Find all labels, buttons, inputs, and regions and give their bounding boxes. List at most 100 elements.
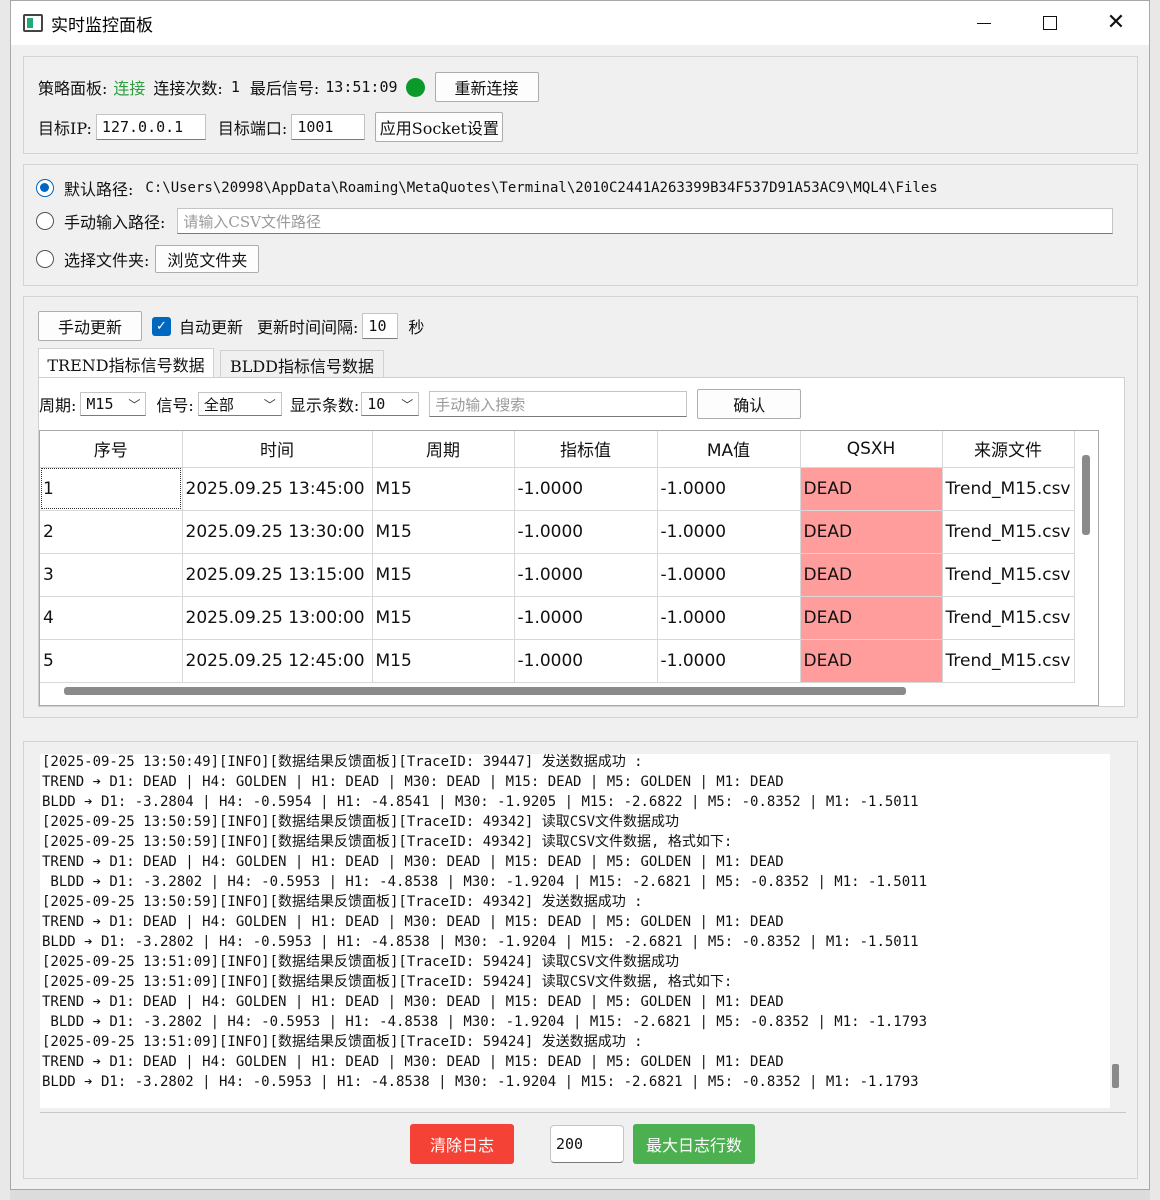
close-button[interactable]: ✕ (1083, 1, 1149, 45)
cell-index[interactable]: 5 (40, 639, 183, 683)
cell-qsxh[interactable]: DEAD (800, 553, 943, 597)
display-count-select[interactable]: 10 ﹀ (361, 392, 420, 416)
interval-input[interactable]: 10 (362, 313, 399, 339)
last-signal-time: 13:51:09 (325, 78, 398, 96)
manual-update-button[interactable]: 手动更新 (38, 311, 142, 341)
column-header-source[interactable]: 来源文件 (942, 431, 1075, 468)
reconnect-button[interactable]: 重新连接 (434, 72, 539, 102)
cell-time[interactable]: 2025.09.25 13:30:00 (182, 510, 373, 554)
table-vertical-scrollbar[interactable] (1082, 455, 1090, 535)
default-path-radio[interactable] (36, 179, 54, 197)
cell-index[interactable]: 3 (40, 553, 183, 597)
title-bar: 实时监控面板 ✕ (11, 1, 1149, 45)
column-header-qsxh[interactable]: QSXH (800, 431, 943, 468)
cell-period[interactable]: M15 (372, 510, 515, 554)
max-lines-button[interactable]: 最大日志行数 (633, 1124, 755, 1164)
cell-indicator[interactable]: -1.0000 (514, 467, 658, 511)
column-header-period[interactable]: 周期 (372, 431, 515, 468)
log-output[interactable]: [2025-09-25 13:50:49][INFO][数据结果反馈面板][Tr… (40, 754, 1110, 1108)
column-header-ma[interactable]: MA值 (657, 431, 801, 468)
table-row[interactable]: 3 2025.09.25 13:15:00 M15 -1.0000 -1.000… (40, 553, 1075, 597)
cell-source[interactable]: Trend_M15.csv (942, 639, 1075, 683)
connection-status: 连接 (113, 79, 146, 98)
confirm-button[interactable]: 确认 (697, 389, 802, 419)
cell-time[interactable]: 2025.09.25 12:45:00 (182, 639, 373, 683)
manual-path-radio[interactable] (36, 212, 54, 230)
cell-ma[interactable]: -1.0000 (657, 467, 801, 511)
cell-qsxh[interactable]: DEAD (800, 510, 943, 554)
minimize-icon (977, 22, 991, 24)
cell-source[interactable]: Trend_M15.csv (942, 510, 1075, 554)
cell-period[interactable]: M15 (372, 639, 515, 683)
display-count-value: 10 (367, 395, 386, 413)
tab-trend[interactable]: TREND指标信号数据 (38, 348, 214, 378)
port-input[interactable]: 1001 (291, 114, 366, 140)
column-header-indicator[interactable]: 指标值 (514, 431, 658, 468)
period-label: 周期: (39, 396, 77, 415)
socket-settings-row: 目标IP: 127.0.0.1 目标端口: 1001 应用Socket设置 (38, 112, 504, 142)
table-row[interactable]: 1 2025.09.25 13:45:00 M15 -1.0000 -1.000… (40, 467, 1075, 511)
cell-period[interactable]: M15 (372, 596, 515, 640)
cell-index[interactable]: 4 (40, 596, 183, 640)
ip-input[interactable]: 127.0.0.1 (95, 114, 206, 140)
tab-bldd[interactable]: BLDD指标信号数据 (220, 350, 384, 378)
cell-time[interactable]: 2025.09.25 13:00:00 (182, 596, 373, 640)
cell-period[interactable]: M15 (372, 553, 515, 597)
cell-source[interactable]: Trend_M15.csv (942, 553, 1075, 597)
cell-qsxh[interactable]: DEAD (800, 639, 943, 683)
cell-indicator[interactable]: -1.0000 (514, 510, 658, 554)
table-row[interactable]: 2 2025.09.25 13:30:00 M15 -1.0000 -1.000… (40, 510, 1075, 554)
cell-qsxh[interactable]: DEAD (800, 596, 943, 640)
auto-update-checkbox[interactable]: ✓ (152, 316, 171, 336)
log-line: TREND ➔ D1: DEAD | H4: GOLDEN | H1: DEAD… (42, 994, 784, 1010)
cell-time[interactable]: 2025.09.25 13:45:00 (182, 467, 373, 511)
interval-label: 更新时间间隔: (257, 318, 359, 337)
cell-ma[interactable]: -1.0000 (657, 639, 801, 683)
table-header-row: 序号 时间 周期 指标值 MA值 QSXH 来源文件 (40, 431, 1075, 468)
cell-period[interactable]: M15 (372, 467, 515, 511)
cell-qsxh[interactable]: DEAD (800, 467, 943, 511)
cell-ma[interactable]: -1.0000 (657, 596, 801, 640)
column-header-index[interactable]: 序号 (40, 431, 183, 468)
chevron-down-icon: ﹀ (263, 397, 276, 412)
cell-source[interactable]: Trend_M15.csv (942, 467, 1075, 511)
search-input[interactable]: 手动输入搜索 (429, 391, 688, 417)
main-window: 实时监控面板 ✕ 策略面板: 连接 连接次数: 1 最后信号: 13:51:09… (10, 0, 1150, 1190)
ip-label: 目标IP: (38, 119, 92, 138)
browse-folder-button[interactable]: 浏览文件夹 (155, 245, 260, 273)
chevron-down-icon: ﹀ (401, 397, 414, 412)
minimize-button[interactable] (951, 1, 1017, 45)
panel-label: 策略面板: (38, 79, 108, 98)
folder-path-radio[interactable] (36, 250, 54, 268)
apply-socket-button[interactable]: 应用Socket设置 (375, 112, 504, 142)
log-vertical-scrollbar[interactable] (1112, 1064, 1119, 1088)
cell-source[interactable]: Trend_M15.csv (942, 596, 1075, 640)
max-lines-input[interactable]: 200 (550, 1125, 624, 1163)
log-line: [2025-09-25 13:51:09][INFO][数据结果反馈面板][Tr… (42, 954, 680, 970)
period-select[interactable]: M15 ﹀ (80, 392, 147, 416)
log-line: [2025-09-25 13:51:09][INFO][数据结果反馈面板][Tr… (42, 1034, 643, 1050)
close-icon: ✕ (1106, 10, 1126, 35)
table-row[interactable]: 4 2025.09.25 13:00:00 M15 -1.0000 -1.000… (40, 596, 1075, 640)
cell-index[interactable]: 1 (40, 467, 183, 511)
table-row[interactable]: 5 2025.09.25 12:45:00 M15 -1.0000 -1.000… (40, 639, 1075, 683)
filter-row: 周期: M15 ﹀ 信号: 全部 ﹀ 显示条数: 10 ﹀ 手动输入搜索 确认 (39, 389, 802, 419)
column-header-time[interactable]: 时间 (182, 431, 373, 468)
cell-indicator[interactable]: -1.0000 (514, 596, 658, 640)
log-line: [2025-09-25 13:50:49][INFO][数据结果反馈面板][Tr… (42, 754, 643, 770)
manual-path-input[interactable]: 请输入CSV文件路径 (177, 208, 1114, 234)
cell-index[interactable]: 2 (40, 510, 183, 554)
table-horizontal-scrollbar[interactable] (64, 687, 906, 695)
cell-indicator[interactable]: -1.0000 (514, 639, 658, 683)
cell-indicator[interactable]: -1.0000 (514, 553, 658, 597)
manual-path-row: 手动输入路径: 请输入CSV文件路径 (36, 207, 1114, 235)
cell-ma[interactable]: -1.0000 (657, 510, 801, 554)
log-line: BLDD ➔ D1: -3.2802 | H4: -0.5953 | H1: -… (42, 934, 919, 950)
signal-select[interactable]: 全部 ﹀ (197, 392, 282, 416)
cell-time[interactable]: 2025.09.25 13:15:00 (182, 553, 373, 597)
cell-ma[interactable]: -1.0000 (657, 553, 801, 597)
clear-log-button[interactable]: 清除日志 (410, 1124, 514, 1164)
maximize-icon (1043, 16, 1057, 30)
trend-tab-pane: 周期: M15 ﹀ 信号: 全部 ﹀ 显示条数: 10 ﹀ 手动输入搜索 确认 … (38, 377, 1125, 707)
maximize-button[interactable] (1017, 1, 1083, 45)
